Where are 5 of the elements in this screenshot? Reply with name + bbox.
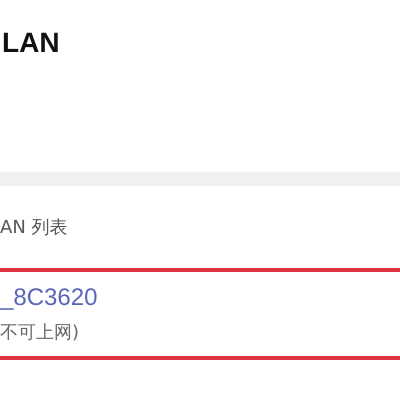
network-name: _8C3620 xyxy=(0,284,98,312)
highlight-frame[interactable]: _8C3620 不可上网) xyxy=(0,268,400,360)
network-status: 不可上网) xyxy=(0,321,80,344)
section-header: AN 列表 xyxy=(0,217,68,238)
page-title: LAN xyxy=(2,27,60,58)
